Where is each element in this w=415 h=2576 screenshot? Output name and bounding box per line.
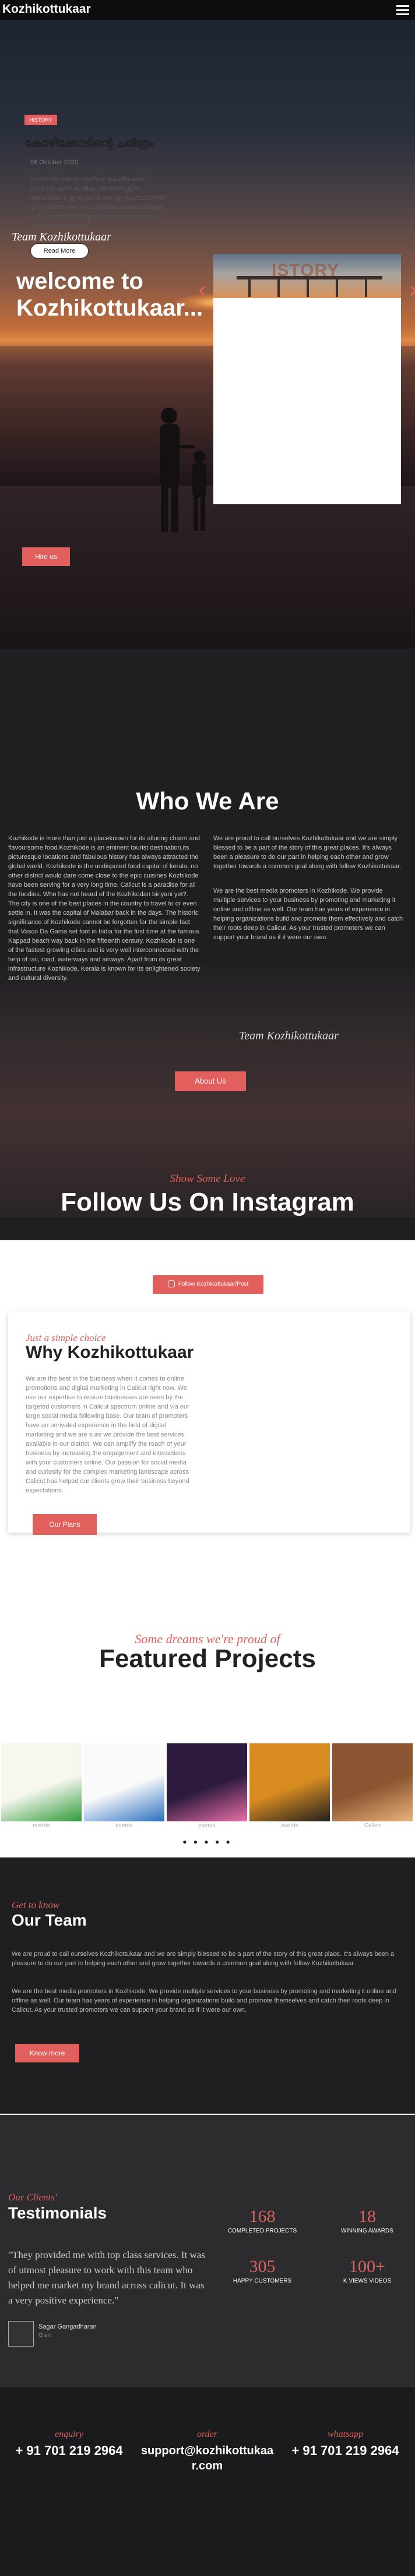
- who-we-are-title: Who We Are: [136, 787, 279, 815]
- project-card[interactable]: events: [83, 1743, 166, 1831]
- our-plans-button[interactable]: Our Plans: [33, 1514, 97, 1535]
- hero-title: welcome to Kozhikottukaar...: [16, 268, 203, 321]
- stat-label: K VIEWS VIDEOS: [343, 2278, 392, 2284]
- why-title: Why Kozhikottukaar: [26, 1343, 194, 1362]
- instagram-icon: [167, 1280, 175, 1288]
- footer-whatsapp-phone[interactable]: + 91 701 219 2964: [276, 2443, 414, 2458]
- project-card[interactable]: events: [166, 1743, 248, 1831]
- stat-value: 168: [249, 2207, 276, 2226]
- footer-order: order support@kozhikottukaar.com: [138, 2429, 276, 2474]
- project-label: Cellen: [364, 1823, 381, 1829]
- stat-value: 18: [358, 2207, 376, 2226]
- story-image-title: ISTORY: [272, 261, 340, 280]
- brand-logo[interactable]: Kozhikottukaar: [2, 2, 91, 16]
- hamburger-menu-icon[interactable]: [396, 5, 409, 15]
- project-thumbnail: [167, 1743, 247, 1821]
- team-text-2: We are the best media promoters in Kozhi…: [12, 1988, 396, 2014]
- who-we-are-text-left: Kozhikode is more than just a placeknown…: [8, 835, 201, 982]
- story-image: ISTORY: [213, 254, 401, 298]
- project-thumbnail: [332, 1743, 413, 1821]
- story-category-badge[interactable]: HISTORY: [24, 115, 57, 125]
- footer-order-email[interactable]: support@kozhikottukaar.com: [138, 2443, 276, 2474]
- team-subtitle: Get to know: [12, 1899, 60, 1910]
- featured-title: Featured Projects: [99, 1644, 316, 1673]
- hire-us-button[interactable]: Hire us: [22, 547, 70, 566]
- project-card[interactable]: Cellen: [331, 1743, 414, 1831]
- top-bar: Kozhikottukaar: [0, 0, 415, 20]
- footer-enquiry-label: enquiry: [55, 2429, 83, 2439]
- why-text: We are the best in the business when it …: [26, 1375, 189, 1494]
- footer-whatsapp-label: whatsapp: [327, 2429, 364, 2439]
- team-text-1: We are proud to call ourselves Kozhikott…: [12, 1951, 395, 1967]
- who-we-are-text-right-1: We are proud to call ourselves Kozhikott…: [213, 835, 402, 870]
- footer-enquiry: enquiry + 91 701 219 2964: [0, 2429, 138, 2458]
- stat-winning-awards: 18 WINNING AWARDS: [318, 2207, 415, 2234]
- why-subtitle: Just a simple choice: [26, 1332, 106, 1343]
- carousel-dots[interactable]: ● ● ● ● ●: [0, 1838, 415, 1846]
- follow-button-label: Follow Kozhikottukaar/Post: [178, 1281, 249, 1287]
- footer: [0, 2387, 415, 2576]
- testimonials-subtitle: Our Clients': [8, 2192, 57, 2203]
- stat-value: 305: [249, 2257, 276, 2276]
- footer-enquiry-phone[interactable]: + 91 701 219 2964: [0, 2443, 138, 2458]
- testimonial-author: Sagar Gangadharan: [38, 2323, 97, 2330]
- read-more-button[interactable]: Read More: [30, 243, 89, 259]
- stat-value: 100+: [349, 2257, 385, 2276]
- stat-completed-projects: 168 COMPLETED PROJECTS: [213, 2207, 312, 2234]
- who-we-are-text-right-2: We are the best media promoters in Kozhi…: [213, 887, 403, 941]
- footer-whatsapp: whatsapp + 91 701 219 2964: [276, 2429, 414, 2458]
- footer-order-label: order: [197, 2429, 217, 2439]
- project-thumbnail: [84, 1743, 164, 1821]
- stat-happy-customers: 305 HAPPY CUSTOMERS: [213, 2257, 312, 2284]
- testimonials-title: Testimonials: [8, 2204, 107, 2222]
- stat-label: WINNING AWARDS: [341, 2228, 393, 2234]
- instagram-subtitle: Show Some Love: [170, 1173, 245, 1185]
- team-signature: Team Kozhikottukaar: [239, 1029, 339, 1042]
- stat-label: HAPPY CUSTOMERS: [233, 2278, 292, 2284]
- testimonial-role: Client: [38, 2332, 52, 2338]
- stat-views-videos: 100+ K VIEWS VIDEOS: [318, 2257, 415, 2284]
- project-label: events: [115, 1823, 133, 1829]
- chevron-right-icon[interactable]: ›: [409, 277, 415, 302]
- testimonial-quote: "They provided me with top class service…: [8, 2249, 205, 2306]
- story-date: 06 October 2020: [30, 159, 78, 166]
- avatar: [8, 2321, 34, 2347]
- about-us-button[interactable]: About Us: [175, 1071, 246, 1091]
- project-thumbnail: [1, 1743, 82, 1821]
- project-label: events: [198, 1823, 216, 1829]
- story-excerpt: Kozhikode relates statham കോഴിക്കോട് (Ca…: [30, 176, 166, 229]
- instagram-title: Follow Us On Instagram: [61, 1188, 354, 1216]
- team-section: [0, 1857, 415, 2114]
- know-more-button[interactable]: Know more: [15, 2044, 79, 2062]
- follow-instagram-button[interactable]: Follow Kozhikottukaar/Post: [153, 1275, 263, 1294]
- chevron-left-icon[interactable]: ‹: [198, 277, 206, 302]
- project-thumbnail: [249, 1743, 330, 1821]
- team-title: Our Team: [12, 1911, 87, 1929]
- project-label: events: [33, 1823, 50, 1829]
- project-card[interactable]: events: [0, 1743, 83, 1831]
- project-label: events: [281, 1823, 298, 1829]
- projects-carousel: events events events events Cellen: [0, 1743, 415, 1831]
- story-card: ISTORY ‹ ›: [198, 254, 415, 504]
- story-title[interactable]: കോഴിക്കോടിന്റെ ചരിത്രം: [24, 137, 154, 150]
- project-card[interactable]: events: [248, 1743, 331, 1831]
- hero-tagline: Team Kozhikottukaar: [12, 231, 111, 243]
- stat-label: COMPLETED PROJECTS: [227, 2228, 297, 2234]
